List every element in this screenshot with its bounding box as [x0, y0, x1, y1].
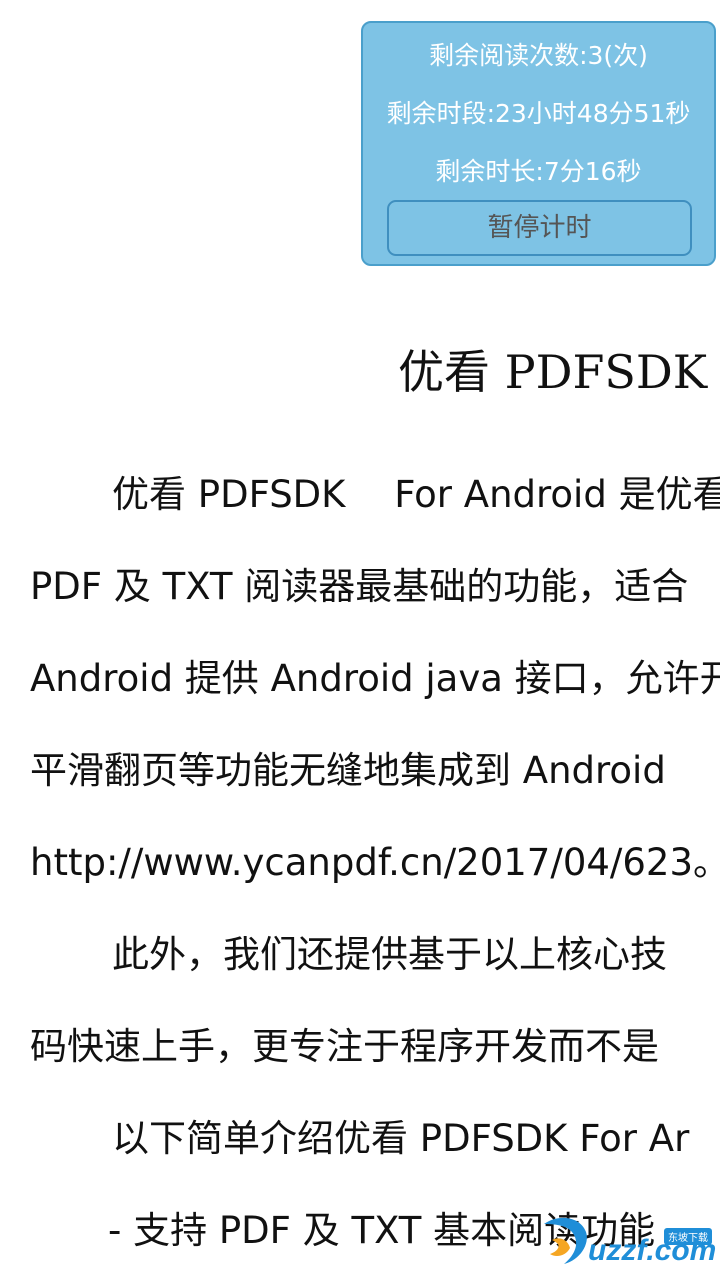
paragraph-line: 平滑翻页等功能无缝地集成到 Android	[30, 749, 666, 792]
paragraph-line: PDF 及 TXT 阅读器最基础的功能，适合	[30, 565, 689, 608]
reading-timer-panel: 剩余阅读次数:3(次) 剩余时段:23小时48分51秒 剩余时长:7分16秒 暂…	[361, 21, 716, 266]
paragraph-line: 优看 PDFSDK For Android 是优看	[112, 473, 720, 516]
remaining-reads-text: 剩余阅读次数:3(次)	[429, 41, 648, 70]
paragraph-line: Android 提供 Android java 接口，允许开	[30, 657, 720, 700]
paragraph-line: 此外，我们还提供基于以上核心技	[112, 933, 667, 976]
paragraph-line: 码快速上手，更专注于程序开发而不是	[30, 1025, 659, 1068]
remaining-duration-text: 剩余时长:7分16秒	[435, 157, 642, 186]
pause-timer-button[interactable]: 暂停计时	[387, 200, 692, 256]
document-title: 优看 PDFSDK F	[398, 345, 720, 399]
remaining-period-text: 剩余时段:23小时48分51秒	[386, 99, 691, 128]
paragraph-line: 以下简单介绍优看 PDFSDK For Ar	[112, 1117, 690, 1160]
watermark-badge: 东坡下载	[664, 1228, 712, 1245]
document-link-line: http://www.ycanpdf.cn/2017/04/623。	[30, 841, 720, 884]
site-watermark: uzzf.com 东坡下载	[536, 1210, 716, 1276]
